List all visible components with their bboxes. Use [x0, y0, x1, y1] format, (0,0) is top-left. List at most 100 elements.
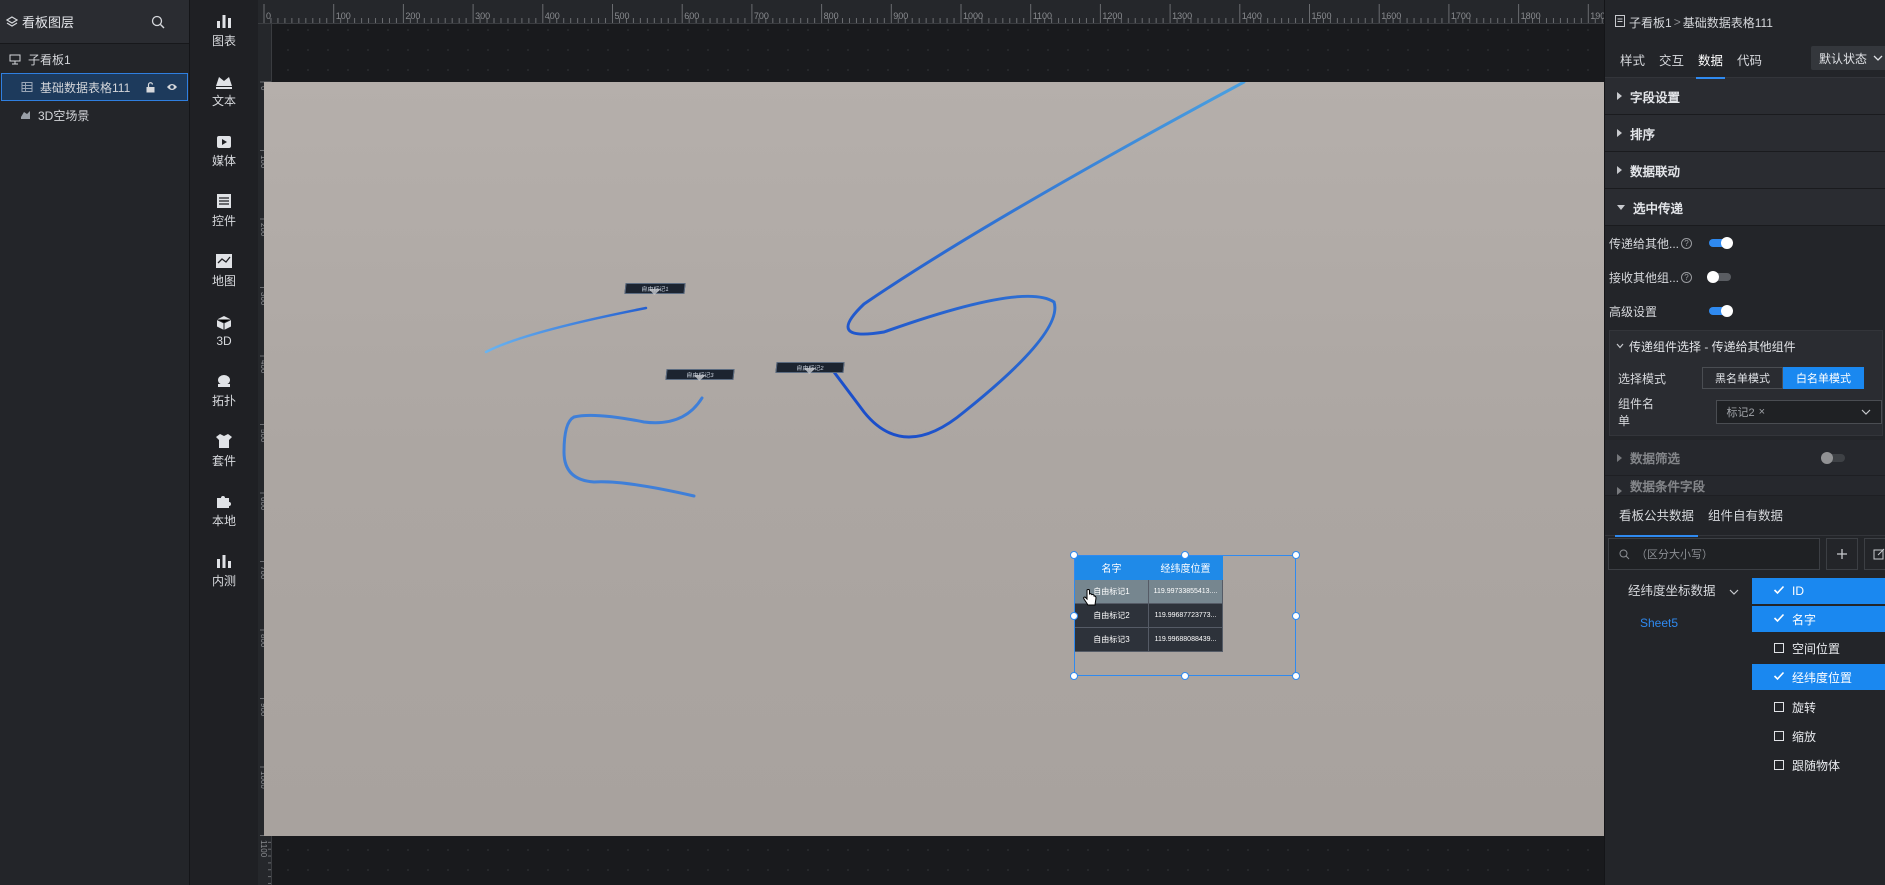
layer-item-label: 基础数据表格111 — [40, 80, 131, 95]
tool-local[interactable]: 本地 — [190, 486, 258, 536]
map-icon — [216, 254, 232, 268]
blacklist-mode-button[interactable]: 黑名单模式 — [1702, 367, 1784, 389]
toggle-receive-from-others[interactable] — [1707, 271, 1731, 283]
marker-label-1[interactable]: 自由标记1 — [624, 283, 686, 294]
sheet-link[interactable]: Sheet5 — [1640, 616, 1678, 630]
section-data-condition[interactable]: 数据条件字段 — [1605, 476, 1885, 496]
unlock-icon[interactable] — [143, 80, 157, 94]
layer-item-3d-scene[interactable]: 3D空场景 — [0, 101, 189, 129]
tab-data[interactable]: 数据 — [1696, 44, 1726, 79]
ruler-tick-label: 1100 — [1032, 11, 1053, 21]
section-data-filter[interactable]: 数据筛选 — [1605, 440, 1885, 476]
ruler-tick-label: 1700 — [1450, 11, 1471, 21]
tool-text[interactable]: 文本 — [190, 66, 258, 116]
field-option-space-position[interactable]: 空间位置 — [1752, 635, 1885, 661]
chevron-down-icon — [1873, 55, 1883, 61]
tool-control[interactable]: 控件 — [190, 186, 258, 236]
layer-item-sub-board[interactable]: 子看板1 — [0, 45, 189, 73]
layer-panel-title: 看板图层 — [22, 15, 75, 30]
add-data-button[interactable] — [1826, 538, 1858, 570]
field-option-follow-object[interactable]: 跟随物体 — [1752, 752, 1885, 778]
tag-remove-icon[interactable]: × — [1759, 406, 1765, 418]
row-advanced: 高级设置 — [1605, 294, 1885, 328]
tab-own-data[interactable]: 组件自有数据 — [1708, 496, 1783, 536]
table-row[interactable]: 自由标记3 119.99688088439... — [1075, 628, 1223, 652]
tab-style[interactable]: 样式 — [1620, 44, 1645, 78]
ruler-tick-label: 300 — [475, 11, 491, 21]
resize-handle-s[interactable] — [1181, 672, 1189, 680]
layer-panel-header: 看板图层 — [0, 0, 189, 44]
toggle-pass-to-others[interactable] — [1709, 237, 1733, 249]
search-icon[interactable] — [151, 15, 165, 29]
tool-kit[interactable]: 套件 — [190, 426, 258, 476]
tool-media[interactable]: 媒体 — [190, 126, 258, 176]
marker-label-3[interactable]: 自由标记3 — [665, 369, 735, 380]
layer-item-table[interactable]: 基础数据表格111 — [1, 73, 188, 101]
resize-handle-nw[interactable] — [1070, 551, 1078, 559]
edit-data-button[interactable] — [1864, 538, 1885, 570]
ruler-tick-label: 1600 — [1381, 11, 1402, 21]
resize-handle-se[interactable] — [1292, 672, 1300, 680]
ruler-horizontal: 0 100 200 300 400 500 600 700 800 900 1000 1100 1200… — [258, 0, 1604, 24]
resize-handle-ne[interactable] — [1292, 551, 1300, 559]
puzzle-icon — [217, 496, 231, 508]
control-icon — [217, 194, 231, 208]
table-header-name[interactable]: 名字 — [1075, 556, 1149, 580]
tool-map[interactable]: 地图 — [190, 246, 258, 296]
breadcrumb: 子看板1 > 基础数据表格111 — [1605, 0, 1885, 44]
ruler-tick-label: 1100 — [259, 839, 268, 857]
toggle-advanced[interactable] — [1709, 305, 1733, 317]
tab-code[interactable]: 代码 — [1737, 44, 1762, 78]
chevron-down-icon — [1729, 589, 1739, 595]
breadcrumb-root[interactable]: 子看板1 — [1629, 14, 1672, 31]
table-row[interactable]: 自由标记1 119.99733855413.... — [1075, 580, 1223, 604]
ruler-tick-label: 600 — [684, 11, 700, 21]
field-option-scale[interactable]: 缩放 — [1752, 723, 1885, 749]
field-search-input[interactable]: （区分大小写） — [1608, 538, 1820, 570]
toggle-data-filter[interactable] — [1821, 451, 1845, 464]
path-3 — [562, 396, 704, 498]
table-header-lnglat[interactable]: 经纬度位置 — [1149, 556, 1223, 580]
resize-handle-n[interactable] — [1181, 551, 1189, 559]
section-sort[interactable]: 排序 — [1605, 115, 1885, 152]
data-source-select[interactable]: 经纬度坐标数据 — [1628, 580, 1739, 599]
marker-label-2[interactable]: 自由标记2 — [775, 362, 845, 373]
ruler-tick-label: 1900 — [1590, 11, 1604, 21]
board-canvas[interactable]: 自由标记1 自由标记3 自由标记2 — [264, 82, 1604, 836]
tool-beta[interactable]: 内测 — [190, 546, 258, 596]
field-option-lnglat[interactable]: 经纬度位置 — [1752, 664, 1885, 690]
pass-component-box-title[interactable]: 传递组件选择 - 传递给其他组件 — [1610, 331, 1882, 361]
chevron-down-icon — [1861, 409, 1871, 415]
section-data-linkage[interactable]: 数据联动 — [1605, 152, 1885, 189]
section-selection-pass[interactable]: 选中传递 — [1605, 189, 1885, 226]
tool-topology[interactable]: 拓扑 — [190, 366, 258, 416]
whitelist-mode-button[interactable]: 白名单模式 — [1783, 367, 1865, 389]
tab-interaction[interactable]: 交互 — [1659, 44, 1684, 78]
component-list-select[interactable]: 标记2 × — [1715, 400, 1882, 424]
field-option-id[interactable]: ID — [1752, 578, 1885, 604]
scene-icon — [18, 108, 32, 122]
tool-3d[interactable]: 3D — [190, 306, 258, 356]
help-icon[interactable]: ? — [1681, 237, 1693, 249]
help-icon[interactable]: ? — [1681, 271, 1693, 283]
tab-public-data[interactable]: 看板公共数据 — [1614, 496, 1699, 537]
section-field-settings[interactable]: 字段设置 — [1605, 78, 1885, 115]
resize-handle-sw[interactable] — [1070, 672, 1078, 680]
state-select[interactable]: 默认状态 — [1811, 46, 1885, 70]
data-table[interactable]: 名字 经纬度位置 自由标记1 119.99733855413.... 自由标记2… — [1075, 556, 1223, 652]
path-2 — [484, 306, 648, 354]
search-icon — [1619, 549, 1630, 559]
ruler-tick-label: 500 — [614, 11, 630, 21]
layer-item-label: 3D空场景 — [38, 108, 90, 123]
table-row[interactable]: 自由标记2 119.99687723773... — [1075, 604, 1223, 628]
data-source-tabs: 看板公共数据 组件自有数据 — [1605, 496, 1885, 537]
eye-icon[interactable] — [165, 80, 179, 94]
field-option-rotation[interactable]: 旋转 — [1752, 694, 1885, 720]
ruler-tick-label: 800 — [823, 11, 839, 21]
table-widget[interactable]: 名字 经纬度位置 自由标记1 119.99733855413.... 自由标记2… — [1070, 551, 1300, 680]
ruler-tick-label: 100 — [335, 11, 351, 21]
resize-handle-e[interactable] — [1292, 612, 1300, 620]
tool-chart[interactable]: 图表 — [190, 6, 258, 56]
field-option-name[interactable]: 名字 — [1752, 606, 1885, 632]
resize-handle-w[interactable] — [1070, 612, 1078, 620]
